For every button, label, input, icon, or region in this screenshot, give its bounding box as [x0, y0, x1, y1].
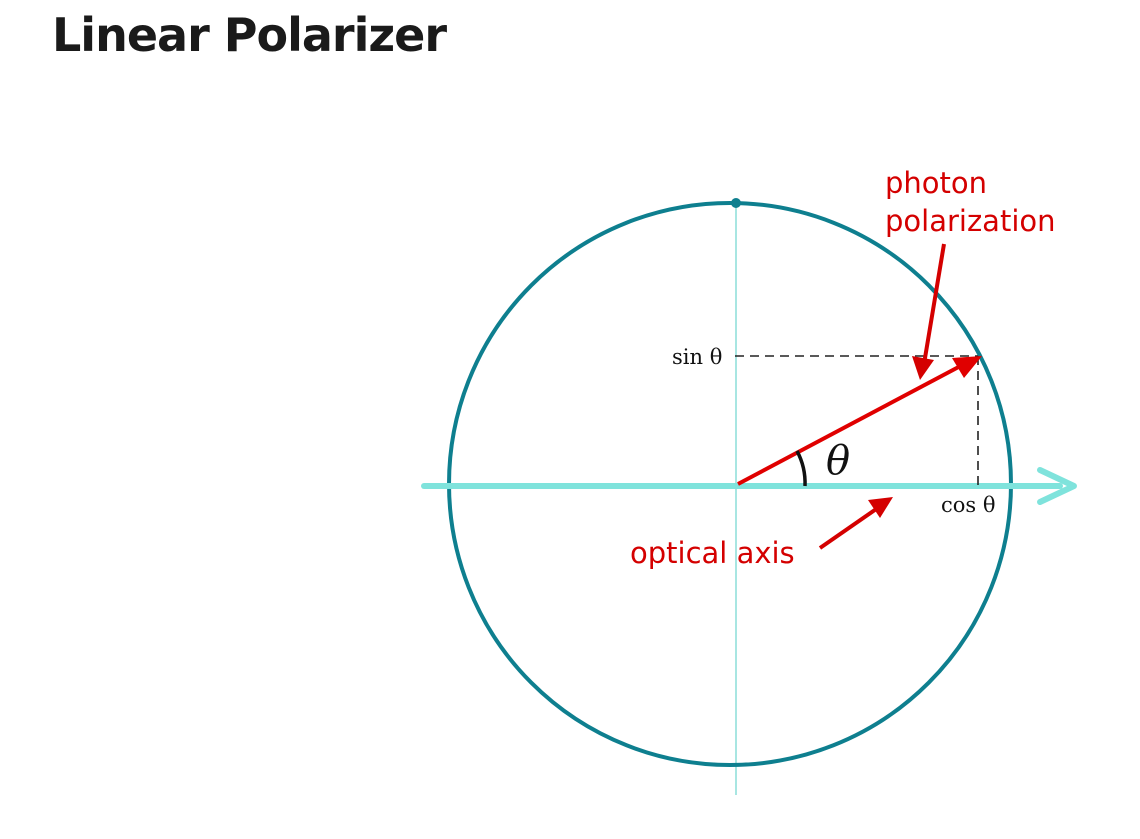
- angle-label: θ: [826, 438, 850, 484]
- axis-label: optical axis: [630, 536, 795, 570]
- slide: Linear Polarizer θ sin θ cos θ photon po…: [0, 0, 1140, 839]
- cos-label: cos θ: [941, 493, 996, 517]
- angle-arc: [795, 450, 807, 487]
- polarizer-diagram: θ sin θ cos θ photon polarization optica…: [421, 166, 1077, 795]
- top-point: [731, 198, 741, 208]
- photon-label-line2: polarization: [885, 204, 1056, 238]
- photon-label-line1: photon: [885, 166, 987, 200]
- polarization-vector: [737, 356, 982, 486]
- sin-label: sin θ: [672, 345, 722, 369]
- photon-annotation-arrow: [912, 243, 946, 380]
- axis-annotation-arrow: [818, 497, 893, 550]
